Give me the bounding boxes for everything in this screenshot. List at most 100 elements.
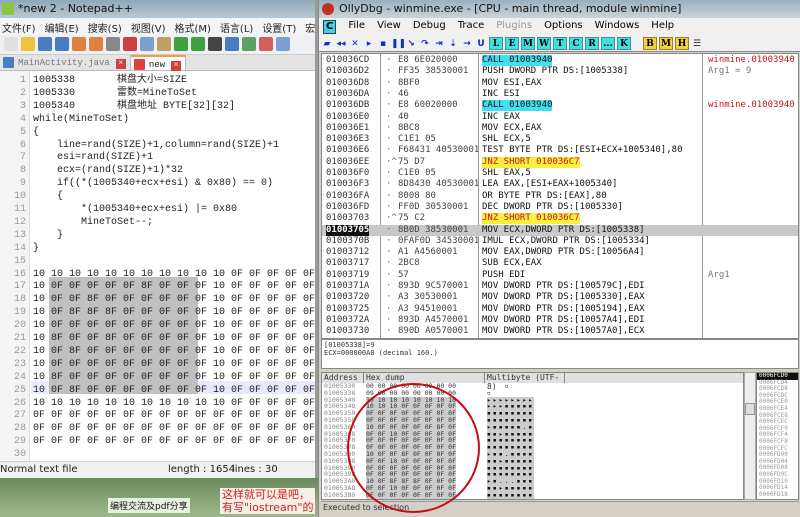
desktop-shortcut[interactable]: 编程交流及pdf分享 (108, 498, 190, 513)
window-button-l[interactable]: L (489, 37, 503, 50)
disassembly-row[interactable]: 01003720 · A3 30530001 MOV DWORD PTR DS:[10… (322, 292, 798, 303)
menu-item[interactable]: 语言(L) (220, 20, 253, 35)
execute-till-return-icon[interactable]: → (461, 38, 473, 50)
text-editor[interactable]: 1 2 3 4 5 6 7 8 9 10 11 12 13 14 15 16 17 18 19 20 21 22 23 24 2… (0, 71, 315, 461)
disassembly-row[interactable]: 0100372A · 893D A4570001 MOV DWORD PTR DS:[… (322, 315, 798, 326)
disassembly-row[interactable]: 01003730 · 890D A0570001 MOV DWORD PTR DS:[… (322, 326, 798, 337)
menu-view[interactable]: View (377, 20, 401, 34)
disassembly-row[interactable]: 010036EE ·^ 75 D7 JNZ SHORT 010036C7 (322, 156, 798, 168)
tab-new[interactable]: new × (130, 55, 187, 71)
trace-into-icon[interactable]: ⇥ (433, 38, 445, 50)
disassembly-row[interactable]: 01003719 · 57 PUSH EDI Arg1 (322, 270, 798, 281)
instruction-address: 010036F3 (326, 179, 370, 190)
window-button-m[interactable]: M (659, 37, 673, 50)
toolbar-button-icon[interactable] (208, 37, 222, 51)
disassembly-row[interactable]: 010036E0 · 40 INC EAX (322, 112, 798, 123)
close-tab-icon[interactable]: × (171, 61, 182, 71)
step-over-icon[interactable]: ↷ (419, 38, 431, 50)
menu-options[interactable]: Options (544, 20, 583, 34)
scrollbar-thumb[interactable] (745, 403, 755, 415)
toolbar-button-icon[interactable] (157, 37, 171, 51)
window-button-c[interactable]: C (569, 37, 583, 50)
close-icon[interactable]: ✕ (349, 38, 361, 50)
menu-item[interactable]: 宏(O) (305, 20, 315, 35)
open-icon[interactable]: ▰ (321, 38, 333, 50)
menu-item[interactable]: 文件(F) (2, 20, 36, 35)
disassembly-row[interactable]: 01003712 · A1 A4560001 MOV EAX,DWORD PTR DS… (322, 247, 798, 258)
menu-debug[interactable]: Debug (413, 20, 446, 34)
step-into-icon[interactable]: ↘ (405, 38, 417, 50)
toolbar-button-icon[interactable] (4, 37, 18, 51)
menu-item[interactable]: 视图(V) (131, 20, 166, 35)
disassembly-row[interactable]: 01003725 · A3 94510001 MOV DWORD PTR DS:[10… (322, 304, 798, 315)
list-icon[interactable]: ☰ (691, 38, 703, 50)
menu-help[interactable]: Help (651, 20, 674, 34)
window-button-r[interactable]: R (585, 37, 599, 50)
toolbar-button-icon[interactable] (174, 37, 188, 51)
menu-item[interactable]: 设置(T) (262, 20, 296, 35)
window-button-b[interactable]: B (643, 37, 657, 50)
toolbar-button-icon[interactable] (276, 37, 290, 51)
dump-row[interactable]: 010053B0 0F 0F 0F 0F 0F 0F 0F 0F ▪▪▪▪▪▪▪▪ (322, 491, 743, 499)
toolbar-button-icon[interactable] (55, 37, 69, 51)
window-button-t[interactable]: T (553, 37, 567, 50)
notepadpp-titlebar[interactable]: *new 2 - Notepad++ (0, 0, 315, 18)
restart-icon[interactable]: ◂◂ (335, 38, 347, 50)
hex-dump-pane[interactable]: Address Hex dump Multibyte (UTF-8) 01005… (321, 372, 744, 500)
pause-icon[interactable]: ❚❚ (391, 38, 406, 50)
dump-scrollbar[interactable] (744, 372, 756, 500)
pause-step-icon[interactable]: ▪ (377, 38, 389, 50)
window-button-m[interactable]: M (521, 37, 535, 50)
window-button-w[interactable]: W (537, 37, 551, 50)
stack-pane[interactable]: 0006FCD0 0006FCD4 0006FCD8 0006FCDC 0006FCE0… (756, 372, 799, 500)
toolbar-button-icon[interactable] (72, 37, 86, 51)
disassembly-row[interactable]: 010036CD · E8 6E020000 CALL 01003940 winmine… (322, 55, 798, 66)
toolbar-button-icon[interactable] (259, 37, 273, 51)
toolbar-button-icon[interactable] (123, 37, 137, 51)
disassembly-row[interactable]: 010036D8 · 8BF0 MOV ESI,EAX (322, 78, 798, 89)
close-tab-icon[interactable]: × (115, 59, 126, 69)
menu-trace[interactable]: Trace (458, 20, 485, 34)
disassembly-row[interactable]: 01003717 · 2BC8 SUB ECX,EAX (322, 258, 798, 269)
menu-windows[interactable]: Windows (595, 20, 640, 34)
toolbar-button-icon[interactable] (106, 37, 120, 51)
ollydbg-titlebar[interactable]: OllyDbg - winmine.exe - [CPU - main thre… (319, 0, 800, 18)
disassembly-row[interactable]: 01003703 ·^ 75 C2 JNZ SHORT 010036C7 (322, 213, 798, 225)
go-to-user-code-icon[interactable]: U (475, 38, 487, 50)
disassembly-row[interactable]: 0100371A · 893D 9C570001 MOV DWORD PTR DS:[… (322, 281, 798, 292)
toolbar-button-icon[interactable] (21, 37, 35, 51)
disassembly-row[interactable]: 0100370B · 0FAF0D 34530001 IMUL ECX,DWORD P… (322, 236, 798, 247)
disassembly-row[interactable]: 010036E6 · F68431 40530001 TEST BYTE PTR DS… (322, 145, 798, 156)
window-button-e[interactable]: E (505, 37, 519, 50)
disassembly-row[interactable]: 010036DA · 46 INC ESI (322, 89, 798, 100)
toolbar-button-icon[interactable] (38, 37, 52, 51)
stack-address[interactable]: 0006FD18 (757, 491, 798, 499)
trace-over-icon[interactable]: ⇣ (447, 38, 459, 50)
disassembly-row[interactable]: 01003705 · 8B0D 38530001 MOV ECX,DWORD PTR … (322, 224, 798, 236)
disassembly-row[interactable]: 010036D2 · FF35 38530001 PUSH DWORD PTR DS:… (322, 66, 798, 77)
tab-mainactivity-java[interactable]: MainActivity.java × (0, 55, 131, 70)
menu-item[interactable]: 编辑(E) (45, 20, 79, 35)
disassembly-row[interactable]: 010036F0 · C1E0 05 SHL EAX,5 (322, 168, 798, 179)
window-button-k[interactable]: K (617, 37, 631, 50)
disassembly-row[interactable]: 010036FD · FF0D 30530001 DEC DWORD PTR DS:[… (322, 202, 798, 213)
run-icon[interactable]: ▸ (363, 38, 375, 50)
disassembly-row[interactable]: 010036DB · E8 60020000 CALL 01003940 winmine… (322, 100, 798, 112)
toolbar-button-icon[interactable] (140, 37, 154, 51)
disassembly-row[interactable]: 010036E3 · C1E1 05 SHL ECX,5 (322, 134, 798, 145)
disassembly-row[interactable]: 010036F3 · 8D8430 40530001 LEA EAX,[ESI+EAX… (322, 179, 798, 190)
menu-item[interactable]: 格式(M) (175, 20, 211, 35)
toolbar-button-icon[interactable] (242, 37, 256, 51)
toolbar-button-icon[interactable] (225, 37, 239, 51)
cpu-window-button[interactable]: C (323, 20, 337, 34)
window-button-more[interactable]: ... (601, 37, 615, 50)
disassembly-row[interactable]: 010036E1 · 8BC8 MOV ECX,EAX (322, 123, 798, 134)
menu-file[interactable]: File (348, 20, 365, 34)
toolbar-button-icon[interactable] (191, 37, 205, 51)
menu-item[interactable]: 搜索(S) (88, 20, 122, 35)
disassembly-row[interactable]: 010036FA · 8008 80 OR BYTE PTR DS:[EAX],80 (322, 191, 798, 202)
window-button-h[interactable]: H (675, 37, 689, 50)
menu-plugins[interactable]: Plugins (496, 20, 532, 34)
toolbar-button-icon[interactable] (89, 37, 103, 51)
disassembly-pane[interactable]: 010036CD · E8 6E020000 CALL 01003940 winmine… (321, 53, 799, 339)
